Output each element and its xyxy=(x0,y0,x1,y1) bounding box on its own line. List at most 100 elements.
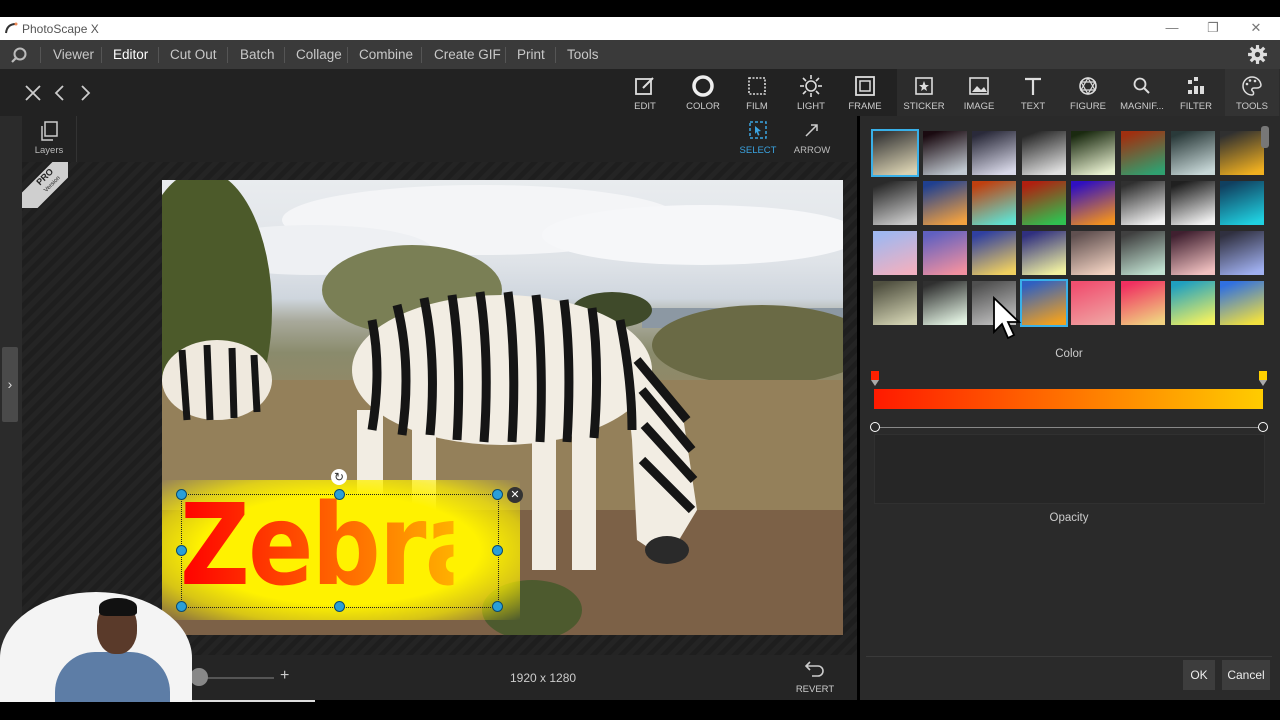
tool-figure[interactable]: FIGURE xyxy=(1061,69,1115,116)
menu-collage[interactable]: Collage xyxy=(296,47,342,62)
tool-text[interactable]: TEXT xyxy=(1006,69,1060,116)
ok-button[interactable]: OK xyxy=(1183,660,1215,690)
resize-handle-left[interactable] xyxy=(176,545,187,556)
close-window-button[interactable]: ✕ xyxy=(1241,19,1271,37)
gradient-swatch[interactable] xyxy=(1019,279,1068,327)
resize-handle-right[interactable] xyxy=(492,545,503,556)
gradient-swatch[interactable] xyxy=(1071,281,1116,325)
next-icon[interactable] xyxy=(78,84,92,102)
photo-canvas[interactable]: Zebra ↻ ✕ xyxy=(162,180,843,635)
previous-icon[interactable] xyxy=(53,84,67,102)
gradient-stop-start[interactable] xyxy=(871,371,879,387)
gradient-swatch[interactable] xyxy=(1170,281,1215,325)
resize-handle-top-right[interactable] xyxy=(492,489,503,500)
arrow-label: ARROW xyxy=(793,145,831,156)
menu-tools[interactable]: Tools xyxy=(567,47,599,62)
resize-handle-bottom-left[interactable] xyxy=(176,601,187,612)
layers-label: Layers xyxy=(34,145,64,156)
menu-create-gif[interactable]: Create GIF xyxy=(434,47,501,62)
gradient-swatch[interactable] xyxy=(1170,181,1215,225)
close-icon[interactable] xyxy=(24,84,42,102)
zoom-in-icon[interactable]: + xyxy=(280,667,289,685)
gradient-swatch[interactable] xyxy=(871,129,919,177)
gradient-swatch[interactable] xyxy=(1021,131,1066,175)
settings-gear-icon[interactable] xyxy=(1247,44,1268,65)
gradient-swatch[interactable] xyxy=(1121,131,1165,175)
search-icon[interactable] xyxy=(10,46,28,64)
gradient-swatch[interactable] xyxy=(1121,181,1165,225)
rotate-handle-icon[interactable]: ↻ xyxy=(331,469,347,485)
menu-editor[interactable]: Editor xyxy=(113,47,148,62)
resize-handle-bottom[interactable] xyxy=(334,601,345,612)
menu-cut-out[interactable]: Cut Out xyxy=(170,47,217,62)
zoom-slider-thumb[interactable] xyxy=(190,668,208,686)
tool-frame-label: FRAME xyxy=(848,101,882,112)
menu-combine[interactable]: Combine xyxy=(359,47,413,62)
opacity-preview xyxy=(874,434,1265,504)
cancel-button[interactable]: Cancel xyxy=(1222,660,1270,690)
gradient-swatch[interactable] xyxy=(972,231,1017,275)
tool-edit[interactable]: EDIT xyxy=(618,69,672,116)
gradient-swatch[interactable] xyxy=(1121,281,1165,325)
image-icon xyxy=(969,77,989,95)
tool-text-label: TEXT xyxy=(1020,101,1046,112)
opacity-stop-end[interactable] xyxy=(1258,422,1268,432)
gradient-swatch[interactable] xyxy=(1170,131,1215,175)
color-label: Color xyxy=(1055,348,1083,360)
tool-image[interactable]: IMAGE xyxy=(952,69,1006,116)
gradient-swatch[interactable] xyxy=(1220,181,1265,225)
frame-icon xyxy=(855,76,875,96)
tool-film[interactable]: FILM xyxy=(730,69,784,116)
gradient-swatch[interactable] xyxy=(972,181,1017,225)
tool-filter[interactable]: FILTER xyxy=(1169,69,1223,116)
swatch-scrollbar[interactable] xyxy=(1261,126,1269,148)
gradient-swatch[interactable] xyxy=(922,281,967,325)
gradient-swatch[interactable] xyxy=(922,181,967,225)
minimize-button[interactable]: — xyxy=(1157,19,1187,37)
select-label: SELECT xyxy=(739,145,777,156)
gradient-swatch[interactable] xyxy=(1220,281,1265,325)
arrow-tool-button[interactable]: ARROW xyxy=(788,120,836,160)
gradient-swatch[interactable] xyxy=(1021,181,1066,225)
layers-button[interactable]: Layers xyxy=(32,120,66,160)
tool-color-label: COLOR xyxy=(686,101,720,112)
select-tool-button[interactable]: SELECT xyxy=(734,120,782,160)
menu-print[interactable]: Print xyxy=(517,47,545,62)
tool-light[interactable]: LIGHT xyxy=(784,69,838,116)
gradient-swatch[interactable] xyxy=(1170,231,1215,275)
magnifier-icon xyxy=(1133,77,1150,94)
gradient-swatch[interactable] xyxy=(873,281,917,325)
tool-magnifier[interactable]: MAGNIF... xyxy=(1115,69,1169,116)
light-icon xyxy=(800,75,822,97)
gradient-swatch[interactable] xyxy=(1071,131,1116,175)
tool-sticker[interactable]: STICKER xyxy=(897,69,951,116)
gradient-swatch[interactable] xyxy=(1071,231,1116,275)
gradient-swatch[interactable] xyxy=(1021,231,1066,275)
title-bar: PhotoScape X — ❐ ✕ xyxy=(0,17,1280,40)
resize-handle-top[interactable] xyxy=(334,489,345,500)
gradient-swatch[interactable] xyxy=(922,131,967,175)
gradient-swatch[interactable] xyxy=(922,231,967,275)
opacity-stop-start[interactable] xyxy=(870,422,880,432)
expand-side-panel-button[interactable]: › xyxy=(2,347,18,422)
layers-icon xyxy=(41,121,58,141)
tool-tools[interactable]: TOOLS xyxy=(1225,69,1279,116)
menu-viewer[interactable]: Viewer xyxy=(53,47,94,62)
gradient-stop-end[interactable] xyxy=(1259,371,1267,387)
gradient-swatch[interactable] xyxy=(873,181,917,225)
gradient-swatch[interactable] xyxy=(1071,181,1116,225)
gradient-swatch[interactable] xyxy=(1220,131,1265,175)
revert-button[interactable]: REVERT xyxy=(792,659,838,695)
gradient-swatch[interactable] xyxy=(1121,231,1165,275)
restore-button[interactable]: ❐ xyxy=(1198,19,1228,37)
gradient-swatch[interactable] xyxy=(1220,231,1265,275)
resize-handle-top-left[interactable] xyxy=(176,489,187,500)
gradient-swatch[interactable] xyxy=(873,231,917,275)
gradient-swatch[interactable] xyxy=(972,131,1017,175)
tool-frame[interactable]: FRAME xyxy=(838,69,892,116)
delete-object-icon[interactable]: ✕ xyxy=(507,487,523,503)
gradient-color-bar[interactable] xyxy=(874,389,1263,409)
resize-handle-bottom-right[interactable] xyxy=(492,601,503,612)
menu-batch[interactable]: Batch xyxy=(240,47,275,62)
tool-color[interactable]: COLOR xyxy=(676,69,730,116)
